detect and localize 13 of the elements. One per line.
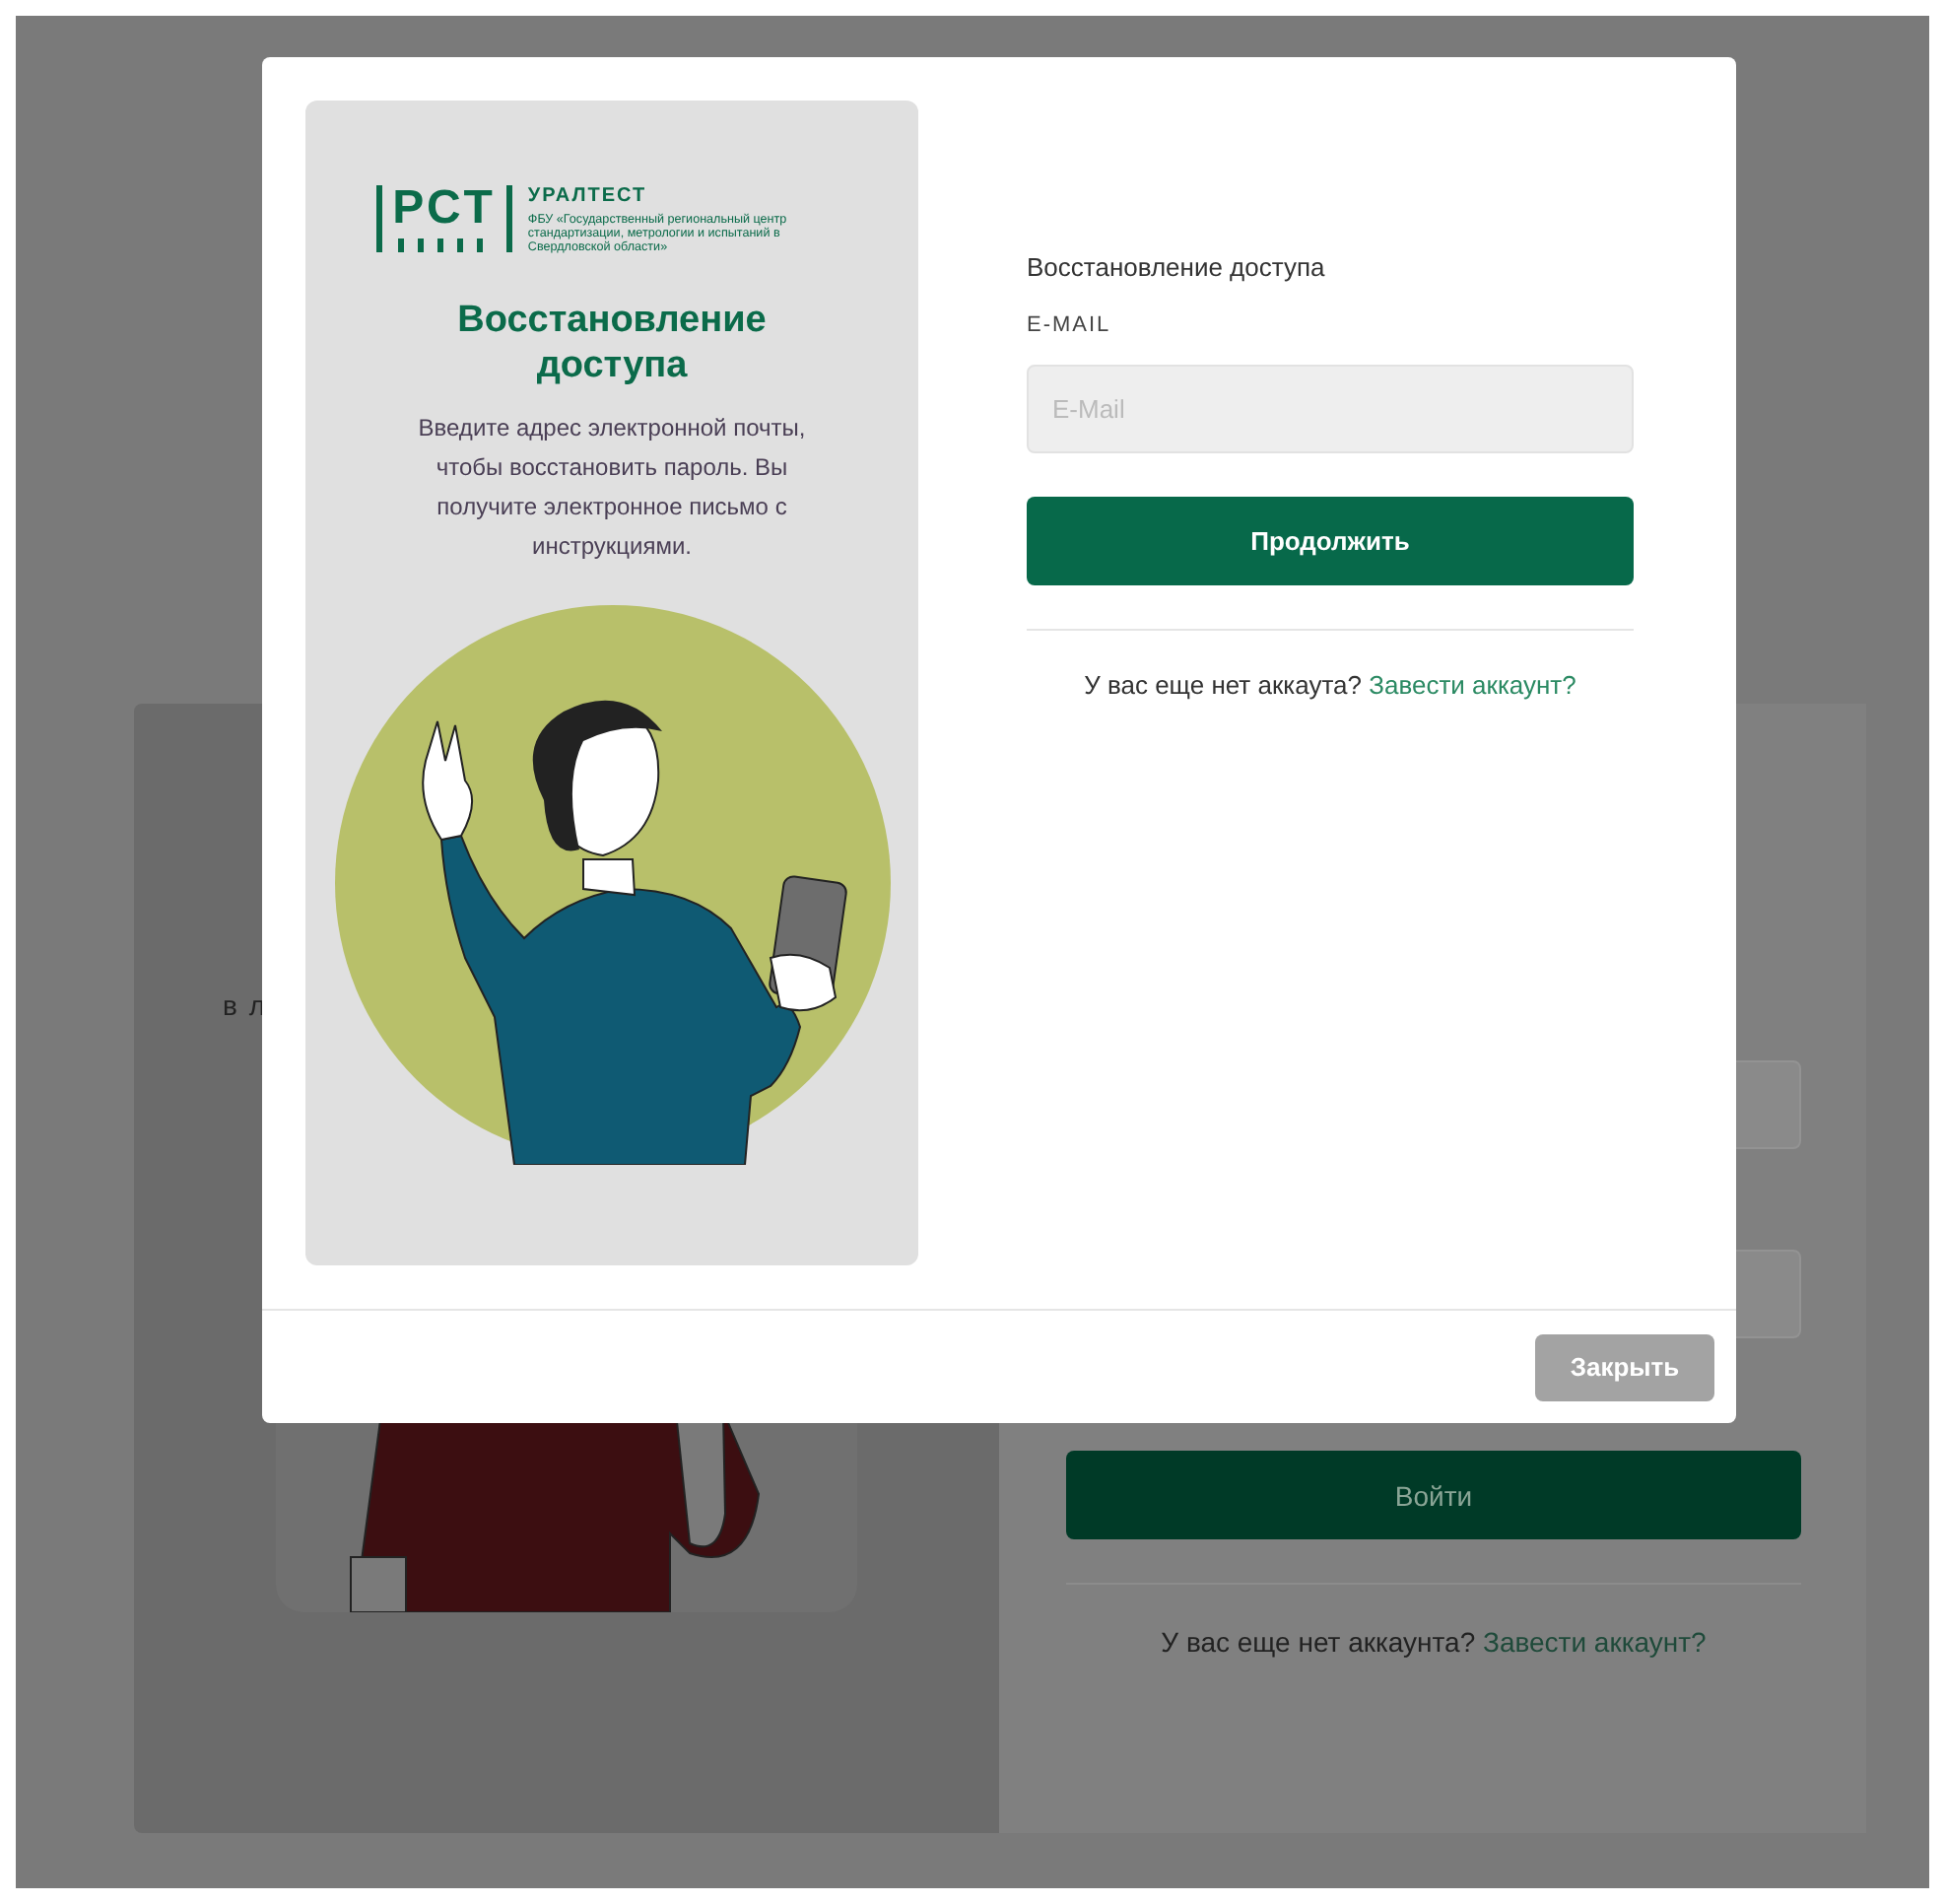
signup-link[interactable]: Завести аккаунт? xyxy=(1369,670,1576,700)
signup-link[interactable]: Завести аккаунт? xyxy=(1483,1626,1707,1658)
panel-description: Введите адрес электронной почты, чтобы восстановить пароль. Вы получите электронное письмо с инструкциями. xyxy=(416,412,808,564)
panel-title: Восстановление доступа xyxy=(455,298,769,388)
login-button[interactable]: Войти xyxy=(1066,1451,1801,1539)
email-label: E-MAIL xyxy=(1027,313,1113,337)
form-title: Восстановление доступа xyxy=(1027,252,1327,282)
logo-mark: РСТ xyxy=(376,185,512,252)
signup-prompt: У вас еще нет аккаунта? xyxy=(1161,1626,1476,1658)
logo-name: УРАЛТЕСТ xyxy=(527,185,649,207)
continue-button[interactable]: Продолжить xyxy=(1027,497,1634,585)
signup-prompt: У вас еще нет аккаута? xyxy=(1084,670,1362,700)
close-button[interactable]: Закрыть xyxy=(1535,1333,1714,1400)
